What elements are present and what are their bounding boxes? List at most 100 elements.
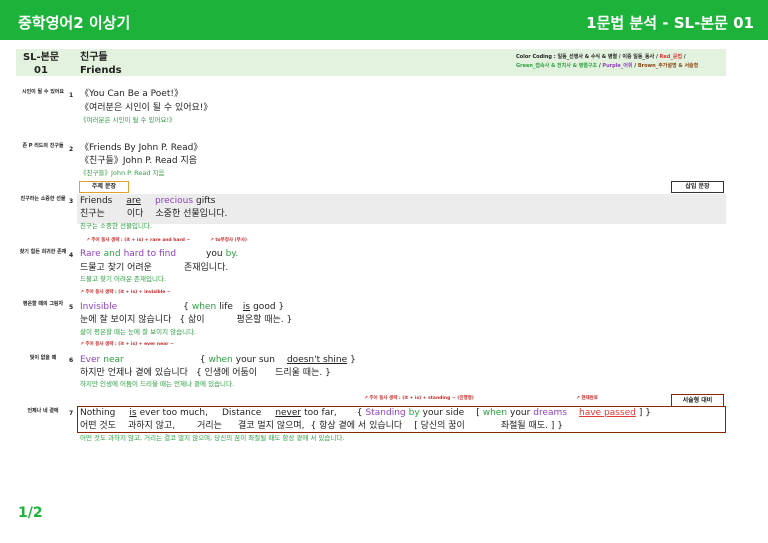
row6-annotation: ↗ 주어 동사 생략 : (it + is) + ever near ~ [80, 341, 174, 347]
lesson-title-ko: 친구들 [80, 52, 108, 63]
page-indicator: 1/2 [18, 505, 43, 521]
row4-summary: 찾기 힘든 희귀한 존재 [19, 249, 67, 255]
chunk: 소중한 선물입니다. [155, 209, 228, 219]
annotation-text: 현재완료 [581, 396, 598, 401]
row1-korean: 《여러분은 시인이 될 수 있어요!》 [80, 103, 213, 113]
row4-annotation-2: ↗ to부정사 (부사) [210, 237, 247, 243]
word-verb: are [126, 196, 141, 206]
bracket: [ [476, 408, 480, 418]
word: ever too much, [139, 408, 208, 418]
red-curved-arrow-icon: ↗ [86, 238, 90, 243]
row4-english: Rare and hard to find you by. [80, 249, 238, 260]
annotation-text: 주어 동사 생략 : (it + is) + invisible ~ [85, 290, 171, 295]
color-coding-legend: Color Coding : 일동_선행사 & 수식 & 병렬 / 이중 일동_… [516, 53, 698, 71]
lesson-title-en: Friends [80, 65, 122, 76]
word-prep: by [408, 408, 420, 418]
brace: { [183, 302, 189, 312]
word: your side [422, 408, 465, 418]
chunk: 과하지 않고, [127, 421, 176, 431]
red-curved-arrow-icon: ↗ [210, 238, 214, 243]
row7-english: Nothing is ever too much, Distance never too … [80, 408, 651, 419]
word-vocab: dreams [533, 408, 568, 418]
row6-english: Ever near {when your sun doesn't shine} [80, 355, 356, 366]
word: Friends [80, 196, 113, 206]
brace: } [350, 355, 356, 365]
legend-sep: / [682, 54, 686, 60]
chunk: 이다 [126, 209, 144, 219]
annotation-text: to부정사 (부사) [215, 238, 247, 243]
row7-summary: 언제나 네 곁에 [27, 408, 59, 414]
chunk: 존재입니다. [183, 263, 229, 273]
word: your sun [235, 355, 275, 365]
word-verb: is [242, 302, 251, 312]
word-conj: when [482, 408, 508, 418]
word: life [219, 302, 233, 312]
word: too far, [304, 408, 337, 418]
row3-korean: 친구는 이다 소중한 선물입니다. [80, 209, 227, 220]
legend-green: Green_접속사 & 전치사 & 병렬구조 [516, 63, 598, 69]
row7-annotation-2: ↗ 현재완료 [576, 395, 598, 401]
word: Nothing [80, 408, 116, 418]
row5-korean: 눈에 잘 보이지 않습니다 { 삶이 평온할 때는. } [80, 315, 292, 326]
annotation-text: 주어 동사 생략 : (it + is) + ever near ~ [85, 342, 174, 347]
word-vocab: Rare [80, 249, 101, 259]
lesson-title: 친구들 Friends [80, 51, 122, 77]
row5-number: 5 [69, 304, 74, 311]
word-vocab: to find [147, 249, 177, 259]
word-vocab: precious [154, 196, 194, 206]
insert-sentence-button[interactable]: 삽입 문장 [671, 181, 724, 193]
word: you [206, 249, 223, 259]
legend-red: Red_문법 [659, 54, 683, 60]
row5-english: Invisible {when life is good } [80, 302, 284, 313]
word: your [510, 408, 531, 418]
row3-summary: 친구라는 소중한 선물 [20, 196, 66, 202]
lesson-id-line1: SL-본문 [22, 52, 60, 63]
row7-annotation: ↗ 주어 동사 생략 : (it + is) + standing ~ (진행형… [364, 395, 474, 401]
row5-translation: 삶이 평온할 때는 눈에 잘 보이지 않습니다. [80, 328, 197, 336]
row3-number: 3 [69, 198, 74, 205]
word-conj: and [103, 249, 121, 259]
red-curved-arrow-icon: ↗ [364, 396, 368, 401]
row2-translation: 《친구들》John P. Read 지음 [80, 169, 165, 177]
chunk: 드리울 때는. } [275, 368, 331, 378]
word: good } [253, 302, 285, 312]
chunk: 드물고 찾기 어려운 [80, 263, 152, 273]
row4-translation: 드물고 찾기 어려운 존재입니다. [80, 275, 167, 283]
row6-number: 6 [69, 357, 74, 364]
row2-number: 2 [69, 146, 74, 153]
chunk: 결코 멀지 않으며, [237, 421, 305, 431]
legend-purple: Purple_어휘 [602, 63, 633, 69]
row4-number: 4 [69, 252, 74, 259]
lesson-id-line2: 01 [34, 65, 48, 76]
chunk: 평온할 때는. } [236, 315, 293, 325]
lesson-id: SL-본문 01 [16, 51, 66, 77]
row3-translation: 친구는 소중한 선물입니다. [80, 222, 152, 230]
word-vocab: hard [123, 249, 145, 259]
brace: { [356, 408, 363, 418]
red-curved-arrow-icon: ↗ [80, 342, 84, 347]
word: gifts [196, 196, 216, 206]
row6-korean: 하지만 언제나 곁에 있습니다 { 인생에 어둠이 드리울 때는. } [80, 368, 331, 379]
row3-english: Friends are precious gifts [80, 196, 216, 207]
word-verb: never [275, 408, 302, 418]
chunk: { 항상 곁에 서 있습니다 [310, 421, 403, 431]
chunk: 눈에 잘 보이지 않습니다 [80, 315, 172, 325]
row1-english: 《You Can Be a Poet!》 [80, 89, 183, 99]
word-grammar: have passed [579, 408, 636, 418]
row4-korean: 드물고 찾기 어려운 존재입니다. [80, 263, 228, 274]
chunk: 친구는 [80, 209, 105, 219]
theme-sentence-button[interactable]: 주제 문장 [79, 181, 129, 193]
chunk: 좌절될 때도. ] } [500, 421, 563, 431]
red-curved-arrow-icon: ↗ [576, 396, 580, 401]
chunk: 거리는 [197, 421, 222, 431]
word-vocab: Ever [80, 355, 101, 365]
section-title: 1문법 분석 - SL-본문 01 [586, 14, 754, 32]
row6-summary: 빛이 없을 때 [29, 355, 57, 361]
legend-default: Color Coding : 일동_선행사 & 수식 & 병렬 / 이중 일동_… [516, 54, 660, 60]
word-verb: is [129, 408, 137, 418]
word-verb: doesn't shine [286, 355, 348, 365]
word-conj: when [191, 302, 217, 312]
top-header-bar: 중학영어2 이상기 1문법 분석 - SL-본문 01 [0, 0, 768, 40]
word-prep: near [103, 355, 124, 365]
word-vocab: Invisible [80, 302, 118, 312]
